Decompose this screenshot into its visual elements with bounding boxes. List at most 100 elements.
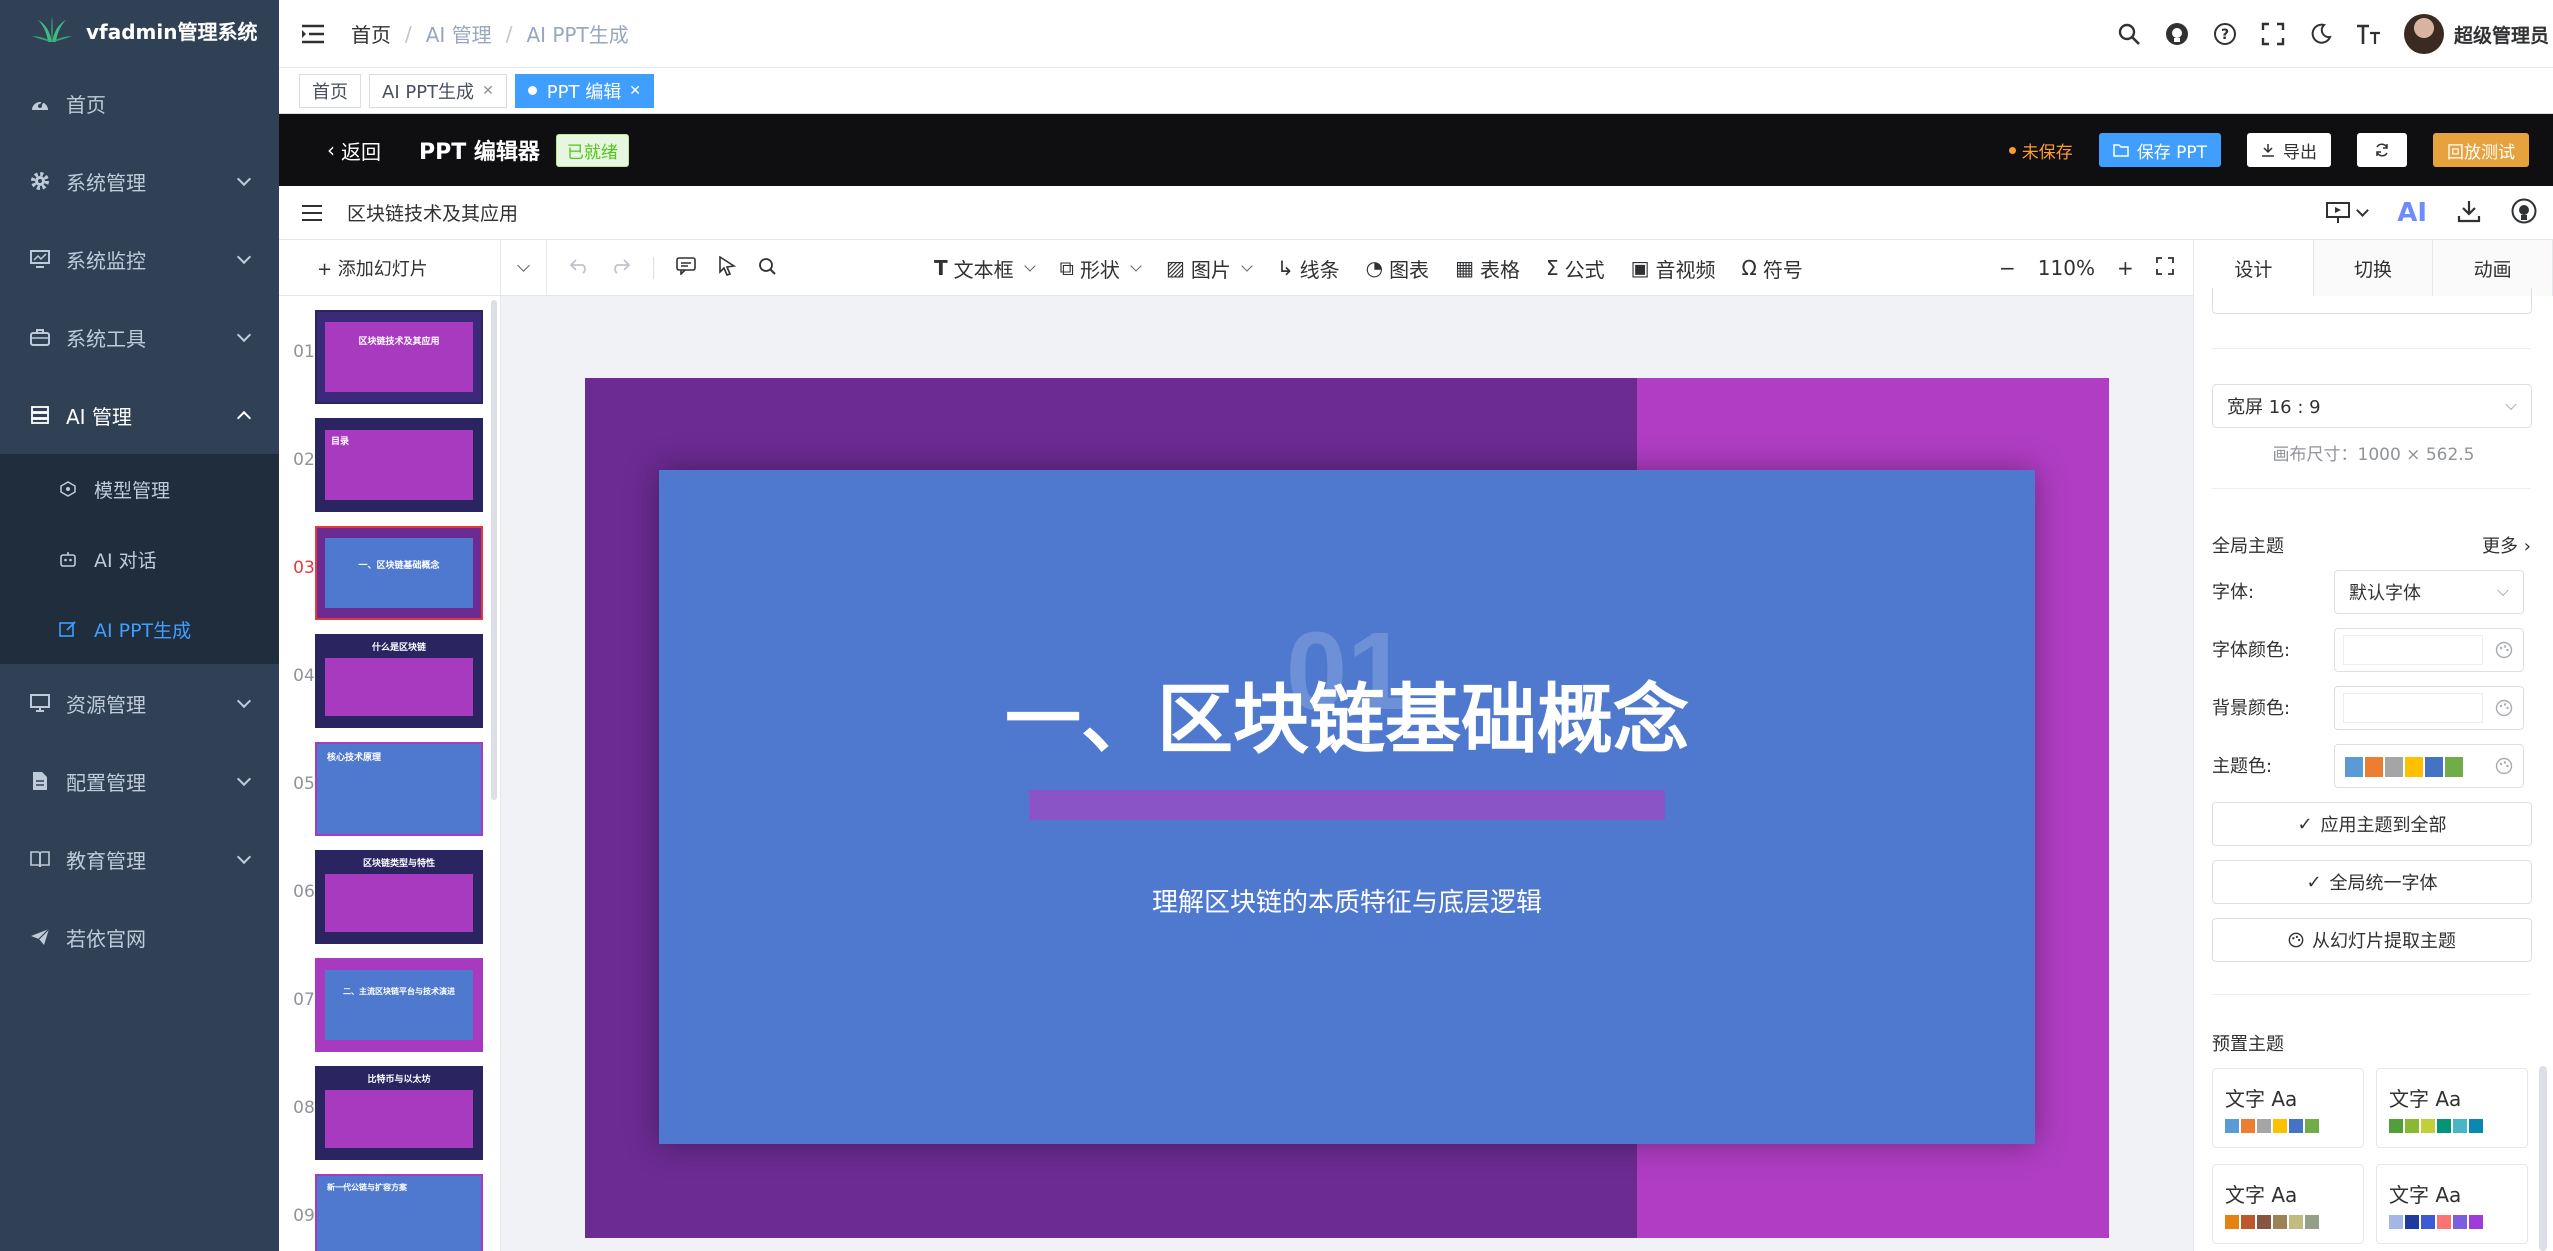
- sidebar-item-monitor[interactable]: 系统监控: [0, 220, 279, 298]
- thumbnail-item[interactable]: 06 区块链类型与特性: [279, 846, 500, 944]
- moon-icon[interactable]: [2308, 21, 2334, 47]
- fullscreen-icon[interactable]: [2260, 21, 2286, 47]
- redo-icon[interactable]: [611, 258, 631, 278]
- theme-color-picker[interactable]: [2334, 744, 2524, 788]
- sidebar-item-website[interactable]: 若依官网: [0, 898, 279, 976]
- close-icon[interactable]: ✕: [629, 83, 641, 99]
- sidebar-item-tools[interactable]: 系统工具: [0, 298, 279, 376]
- ai-button[interactable]: AI: [2397, 198, 2427, 228]
- textbox-tool[interactable]: T 文本框: [934, 254, 1036, 283]
- add-slide-dropdown[interactable]: [501, 240, 547, 296]
- undo-icon[interactable]: [569, 258, 589, 278]
- sidebar-item-ai-ppt[interactable]: AI PPT生成: [0, 594, 279, 664]
- zoom-search-icon[interactable]: [758, 257, 776, 279]
- github-icon[interactable]: [2164, 21, 2190, 47]
- menu-fold-icon[interactable]: [301, 24, 325, 44]
- panel-scrollbar[interactable]: [2539, 1066, 2547, 1251]
- fit-screen-icon[interactable]: [2155, 256, 2174, 280]
- thumbnail-preview[interactable]: 新一代公链与扩容方案: [315, 1174, 483, 1251]
- preset-theme-card[interactable]: 文字 Aa: [2376, 1068, 2528, 1148]
- preset-theme-card[interactable]: 文字 Aa: [2376, 1164, 2528, 1244]
- github-icon[interactable]: [2511, 198, 2537, 228]
- sidebar-item-home[interactable]: 首页: [0, 64, 279, 142]
- back-button[interactable]: ‹ 返回: [327, 136, 381, 165]
- apply-background-button[interactable]: [2212, 288, 2532, 314]
- shape-tool[interactable]: ⧉ 形状: [1060, 254, 1142, 283]
- comment-icon[interactable]: [676, 257, 696, 279]
- sidebar-item-ai[interactable]: AI 管理: [0, 376, 279, 454]
- download-icon[interactable]: [2457, 199, 2481, 227]
- export-button[interactable]: 导出: [2247, 133, 2331, 167]
- unify-font-button[interactable]: ✓ 全局统一字体: [2212, 860, 2532, 904]
- preset-theme-card[interactable]: 文字 Aa: [2212, 1068, 2364, 1148]
- zoom-in-button[interactable]: +: [2117, 256, 2134, 280]
- sidebar-item-config[interactable]: 配置管理: [0, 742, 279, 820]
- close-icon[interactable]: ✕: [482, 83, 494, 99]
- thumbnail-item[interactable]: 07 二、主流区块链平台与技术演进: [279, 954, 500, 1052]
- formula-tool[interactable]: Σ 公式: [1546, 254, 1605, 283]
- thumbnail-preview[interactable]: 比特币与以太坊: [315, 1066, 483, 1160]
- thumbnail-preview[interactable]: 什么是区块链: [315, 634, 483, 728]
- media-tool[interactable]: ▣ 音视频: [1631, 254, 1716, 283]
- menu-icon[interactable]: [301, 204, 323, 222]
- playback-test-button[interactable]: 回放测试: [2433, 133, 2529, 167]
- breadcrumb-item[interactable]: 首页: [351, 19, 391, 48]
- avatar[interactable]: [2403, 14, 2444, 54]
- search-icon[interactable]: [2116, 21, 2142, 47]
- font-size-icon[interactable]: [2356, 21, 2382, 47]
- preset-theme-card[interactable]: 文字 Aa: [2212, 1164, 2364, 1244]
- folder-icon: [2112, 144, 2129, 157]
- thumbnail-item[interactable]: 08 比特币与以太坊: [279, 1062, 500, 1160]
- sidebar-item-models[interactable]: 模型管理: [0, 454, 279, 524]
- slide-title[interactable]: 一、区块链基础概念: [659, 658, 2035, 768]
- font-color-picker[interactable]: [2334, 628, 2524, 672]
- extract-theme-button[interactable]: 从幻灯片提取主题: [2212, 918, 2532, 962]
- tag-ai-ppt[interactable]: AI PPT生成 ✕: [369, 73, 507, 108]
- sidebar-item-resources[interactable]: 资源管理: [0, 664, 279, 742]
- thumbnail-scrollbar[interactable]: [491, 300, 497, 800]
- thumbnail-item[interactable]: 03 一、区块链基础概念: [279, 522, 500, 620]
- sidebar-item-chat[interactable]: AI 对话: [0, 524, 279, 594]
- save-ppt-button[interactable]: 保存 PPT: [2098, 133, 2221, 167]
- chart-tool[interactable]: ◔ 图表: [1366, 254, 1429, 283]
- thumbnail-preview[interactable]: 一、区块链基础概念: [315, 526, 483, 620]
- editor-title: PPT 编辑器: [419, 140, 540, 165]
- help-icon[interactable]: ?: [2212, 21, 2238, 47]
- zoom-out-button[interactable]: −: [1999, 256, 2016, 280]
- add-slide-button[interactable]: + 添加幻灯片: [279, 240, 501, 296]
- thumbnail-item[interactable]: 05 核心技术原理: [279, 738, 500, 836]
- thumbnail-preview[interactable]: 目录: [315, 418, 483, 512]
- thumbnail-preview[interactable]: 区块链类型与特性: [315, 850, 483, 944]
- sidebar-item-system[interactable]: 系统管理: [0, 142, 279, 220]
- thumbnail-preview[interactable]: 区块链技术及其应用: [315, 310, 483, 404]
- slide-accent-bar[interactable]: [1029, 790, 1665, 820]
- thumbnail-item[interactable]: 09 新一代公链与扩容方案: [279, 1170, 500, 1251]
- user-name[interactable]: 超级管理员: [2454, 21, 2549, 48]
- thumbnail-item[interactable]: 01 区块链技术及其应用: [279, 306, 500, 404]
- font-select[interactable]: 默认字体: [2334, 570, 2524, 614]
- slide-canvas[interactable]: 01 一、区块链基础概念 理解区块链的本质特征与底层逻辑: [585, 378, 2109, 1238]
- apply-theme-all-button[interactable]: ✓ 应用主题到全部: [2212, 802, 2532, 846]
- slide-content-panel[interactable]: 01 一、区块链基础概念 理解区块链的本质特征与底层逻辑: [659, 470, 2035, 1144]
- aspect-ratio-select[interactable]: 宽屏 16 : 9: [2212, 384, 2532, 428]
- thumbnail-item[interactable]: 02 目录: [279, 414, 500, 512]
- cursor-icon[interactable]: [718, 255, 737, 280]
- document-name[interactable]: 区块链技术及其应用: [347, 199, 518, 226]
- slide-subtitle[interactable]: 理解区块链的本质特征与底层逻辑: [659, 882, 2035, 919]
- refresh-button[interactable]: [2357, 133, 2407, 167]
- tag-ppt-edit[interactable]: PPT 编辑 ✕: [514, 73, 654, 108]
- line-tool[interactable]: ↳ 线条: [1277, 254, 1340, 283]
- image-tool[interactable]: ▨ 图片: [1166, 254, 1253, 283]
- table-tool[interactable]: ▦ 表格: [1455, 254, 1520, 283]
- presentation-icon[interactable]: [2326, 202, 2370, 224]
- color-swatch: [2385, 757, 2403, 777]
- thumbnail-item[interactable]: 04 什么是区块链: [279, 630, 500, 728]
- thumbnail-preview[interactable]: 核心技术原理: [315, 742, 483, 836]
- thumbnail-preview[interactable]: 二、主流区块链平台与技术演进: [315, 958, 483, 1052]
- sidebar-item-education[interactable]: 教育管理: [0, 820, 279, 898]
- brand[interactable]: vfadmin管理系统: [0, 0, 279, 60]
- more-themes-link[interactable]: 更多 ›: [2482, 532, 2531, 558]
- tag-home[interactable]: 首页: [299, 73, 361, 108]
- symbol-tool[interactable]: Ω 符号: [1742, 254, 1803, 283]
- bg-color-picker[interactable]: [2334, 686, 2524, 730]
